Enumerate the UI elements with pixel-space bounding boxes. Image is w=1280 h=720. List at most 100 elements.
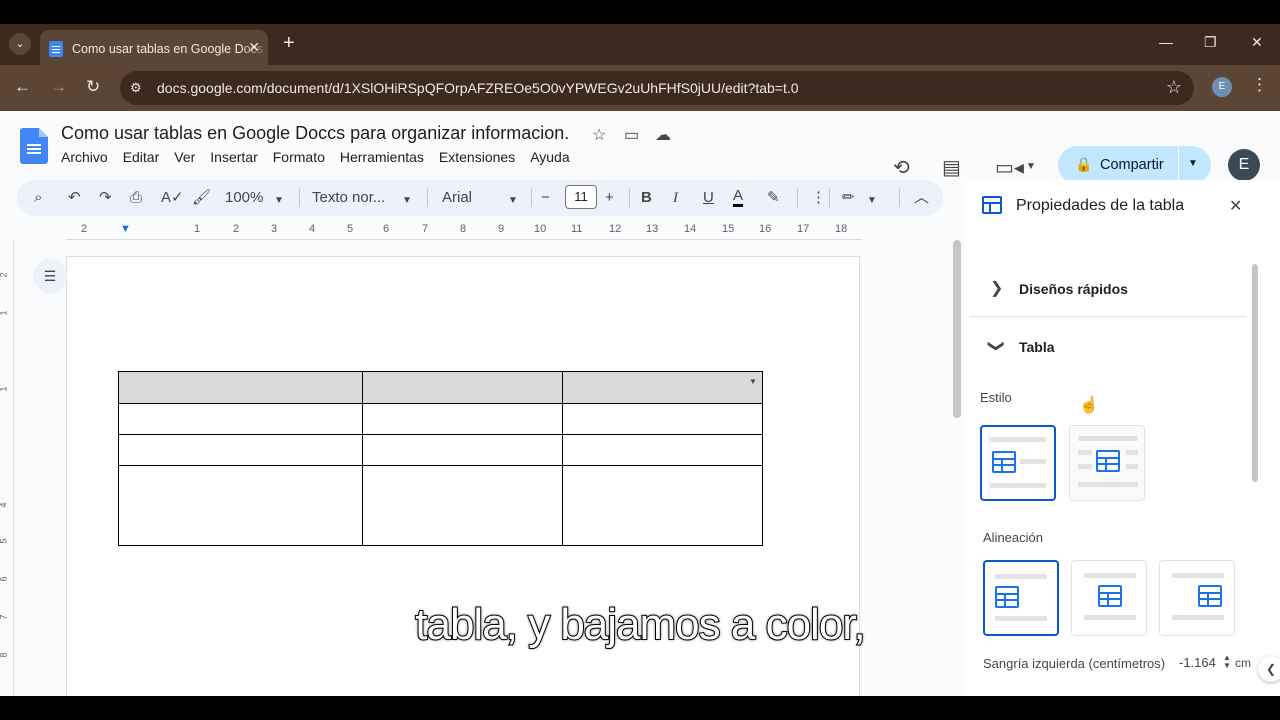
bold-icon[interactable]: B (641, 188, 652, 208)
profile-avatar[interactable]: E (1212, 77, 1232, 97)
menu-insertar[interactable]: Insertar (210, 149, 257, 165)
close-window-icon[interactable]: ✕ (1251, 34, 1263, 51)
increase-font-size-icon[interactable]: + (605, 188, 614, 208)
share-button[interactable]: 🔒 Compartir ▼ (1058, 146, 1211, 184)
font-select[interactable]: Arial (442, 188, 472, 208)
minimize-icon[interactable]: — (1159, 34, 1173, 50)
left-indent-label: Sangría izquierda (centímetros) (983, 656, 1166, 671)
restore-icon[interactable]: ❐ (1204, 34, 1217, 51)
table-cell[interactable] (118, 403, 363, 435)
preview-bar (1078, 450, 1092, 455)
vruler-number: 2 (0, 272, 9, 277)
table-cell[interactable] (118, 371, 363, 404)
paint-format-icon[interactable]: 🖌 (192, 188, 211, 208)
print-icon[interactable]: ⎙ (130, 188, 142, 208)
style-option-plain[interactable] (980, 425, 1056, 501)
table-cell[interactable] (562, 403, 763, 435)
spellcheck-icon[interactable]: A✓ (161, 188, 184, 208)
browser-nav-bar: ← → ↻ ⚙ docs.google.com/document/d/1XSlO… (0, 65, 1280, 111)
docs-logo-icon[interactable] (20, 128, 48, 164)
document-scrollbar[interactable] (953, 240, 961, 418)
collapse-panel-icon[interactable]: ❮ (1258, 656, 1280, 682)
menu-ver[interactable]: Ver (174, 149, 195, 165)
table-cell[interactable] (562, 465, 763, 546)
redo-icon[interactable]: ↷ (99, 188, 112, 208)
browser-tab[interactable]: Como usar tablas en Google Docs ✕ (40, 30, 268, 65)
document-outline-icon[interactable]: ☰ (33, 259, 67, 293)
panel-title: Propiedades de la tabla (1016, 197, 1185, 214)
meet-dropdown-icon[interactable]: ▼ (1026, 161, 1036, 172)
account-avatar[interactable]: E (1228, 149, 1260, 181)
section-table[interactable]: ❯ Tabla (970, 317, 1246, 376)
star-icon[interactable]: ☆ (592, 125, 606, 145)
font-size-input[interactable]: 11 (565, 185, 597, 209)
table-cell[interactable] (362, 403, 563, 435)
horizontal-ruler[interactable]: 2 ▼ 1 2 3 4 5 6 7 8 9 10 11 12 13 14 15 … (66, 222, 862, 240)
back-icon[interactable]: ← (14, 77, 31, 97)
version-history-icon[interactable]: ⟲ (893, 155, 910, 180)
more-options-icon[interactable]: ⋮ (811, 188, 826, 208)
table-cell[interactable] (118, 434, 363, 466)
left-indent-input[interactable]: -1.164 (1179, 655, 1216, 670)
toolbar-divider (531, 189, 532, 207)
underline-icon[interactable]: U (703, 188, 714, 208)
share-dropdown-icon[interactable]: ▼ (1188, 158, 1198, 169)
table-cell[interactable] (362, 465, 563, 546)
close-tab-icon[interactable]: ✕ (248, 39, 260, 56)
hide-menus-icon[interactable]: ︿ (914, 188, 929, 208)
highlight-icon[interactable]: ✎ (767, 188, 780, 208)
url-text[interactable]: docs.google.com/document/d/1XSlOHiRSpQFO… (157, 80, 799, 96)
zoom-chevron-down-icon[interactable]: ▼ (274, 191, 284, 211)
menu-extensiones[interactable]: Extensiones (439, 149, 515, 165)
forward-icon[interactable]: → (50, 77, 67, 97)
search-icon[interactable]: ⌕ (34, 188, 42, 208)
preview-bar (1078, 436, 1138, 441)
indent-stepper-icon[interactable]: ▲ ▼ (1223, 654, 1231, 670)
table-cell[interactable] (562, 434, 763, 466)
menu-archivo[interactable]: Archivo (61, 149, 108, 165)
style-option-banded[interactable] (1069, 425, 1145, 501)
text-color-icon[interactable]: A (733, 188, 744, 207)
menu-formato[interactable]: Formato (273, 149, 325, 165)
preview-bar (1078, 464, 1092, 469)
tab-search-icon[interactable]: ⌄ (9, 33, 31, 55)
vruler-number: 6 (0, 576, 9, 581)
menu-ayuda[interactable]: Ayuda (530, 149, 569, 165)
document-table[interactable] (118, 371, 763, 546)
new-tab-icon[interactable]: + (283, 33, 295, 53)
indent-marker-icon[interactable]: ▼ (120, 223, 131, 235)
table-cell[interactable] (118, 465, 363, 546)
section-quick-layouts[interactable]: ❯ Diseños rápidos (970, 264, 1246, 317)
bookmark-star-icon[interactable]: ☆ (1166, 77, 1182, 98)
site-info-icon[interactable]: ⚙ (130, 80, 142, 96)
address-bar[interactable]: ⚙ docs.google.com/document/d/1XSlOHiRSpQ… (120, 71, 1194, 105)
menu-editar[interactable]: Editar (123, 149, 160, 165)
ruler-number: 18 (835, 223, 848, 235)
close-panel-icon[interactable]: ✕ (1229, 196, 1242, 216)
comments-icon[interactable]: ▤ (942, 155, 961, 180)
preview-bar (1084, 573, 1136, 578)
menu-herramientas[interactable]: Herramientas (340, 149, 424, 165)
decrease-font-size-icon[interactable]: − (541, 188, 550, 208)
browser-menu-icon[interactable]: ⋮ (1251, 75, 1268, 95)
table-cell[interactable] (362, 371, 563, 404)
table-cell[interactable] (362, 434, 563, 466)
editing-mode-chevron-icon[interactable]: ▼ (867, 191, 877, 211)
panel-scrollbar[interactable] (1252, 264, 1258, 482)
menu-bar: Archivo Editar Ver Insertar Formato Herr… (61, 149, 585, 165)
move-folder-icon[interactable]: ▭ (624, 125, 639, 145)
style-chevron-down-icon[interactable]: ▼ (402, 191, 412, 211)
table-cell[interactable] (562, 371, 763, 404)
italic-icon[interactable]: I (673, 188, 678, 208)
zoom-select[interactable]: 100% (225, 188, 263, 208)
meet-icon[interactable]: ▭◂ (995, 155, 1024, 180)
reload-icon[interactable]: ↻ (86, 77, 100, 97)
cloud-saved-icon[interactable]: ☁ (655, 125, 671, 145)
document-title[interactable]: Como usar tablas en Google Doccs para or… (61, 123, 569, 144)
style-select[interactable]: Texto nor... (312, 188, 385, 208)
editing-mode-icon[interactable]: ✏ (842, 188, 855, 208)
font-chevron-down-icon[interactable]: ▼ (508, 191, 518, 211)
cell-options-chevron-icon[interactable]: ▼ (749, 377, 757, 386)
preview-bar (990, 437, 1046, 442)
undo-icon[interactable]: ↶ (68, 188, 81, 208)
